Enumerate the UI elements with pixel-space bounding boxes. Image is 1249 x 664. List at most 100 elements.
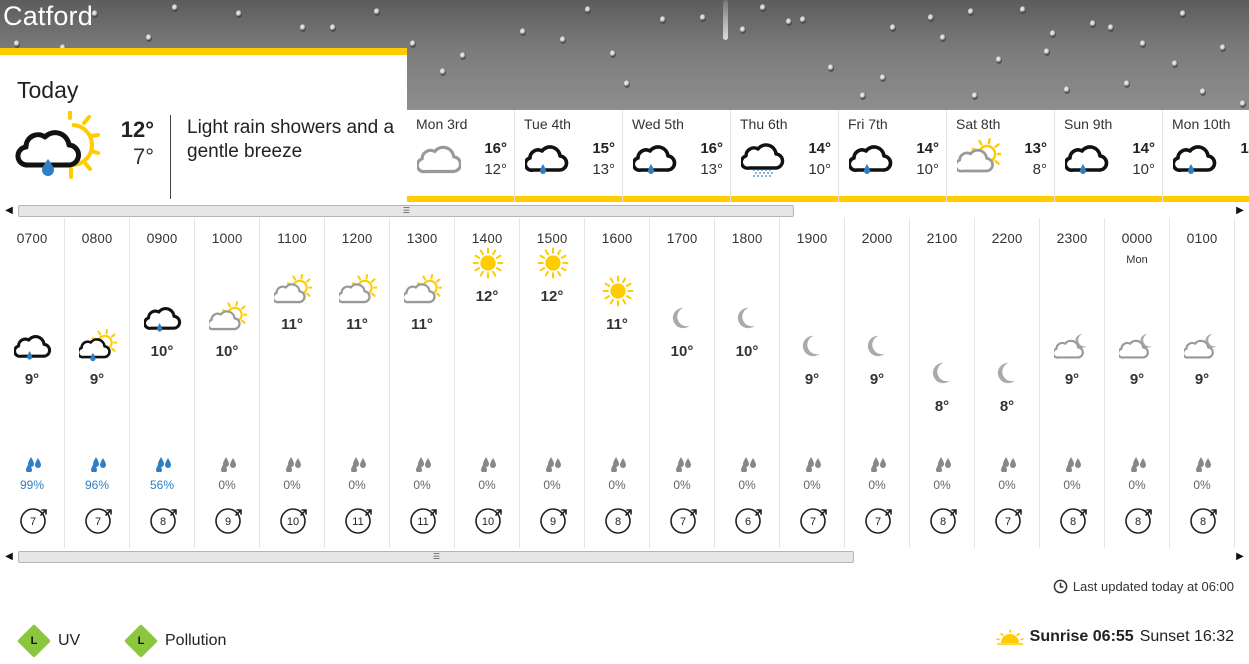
hour-column[interactable]: 0700 9° 99% 7 [0, 218, 65, 548]
hourly-scrollbar[interactable]: ◀ ☰ ▶ [0, 549, 1249, 564]
hour-time: 1100 [260, 230, 324, 246]
day-tab[interactable]: Tue 4th 15° 13° [515, 110, 623, 202]
hour-column[interactable]: 1100 11° 0% 10 [260, 218, 325, 548]
hour-column[interactable]: 1800 10° 0% 6 [715, 218, 780, 548]
daily-scrollbar[interactable]: ◀ ☰ ▶ [0, 203, 1249, 218]
hour-temp: 9° [89, 370, 105, 388]
hour-mm: 00 [682, 231, 698, 246]
hour-column[interactable]: 0100 9° 0% 8 [1170, 218, 1235, 548]
sunny-intervals-icon [206, 301, 249, 331]
rain-chance: 0% [1128, 478, 1146, 492]
hour-column[interactable]: 1900 9° 0% 7 [780, 218, 845, 548]
today-card[interactable]: Today 12° 7° Light rain showers and a ge… [0, 48, 407, 202]
hour-column[interactable]: 0800 9° 96% 7 [65, 218, 130, 548]
hour-mm: 00 [942, 231, 958, 246]
scroll-left-icon[interactable]: ◀ [2, 203, 16, 218]
wind-speed: 8 [940, 516, 946, 528]
wind-speed-icon: 7 [800, 508, 827, 534]
rain-chance: 0% [348, 478, 366, 492]
hour-column[interactable]: 1200 11° 0% 11 [325, 218, 390, 548]
hour-temp: 9° [1129, 370, 1145, 388]
hour-hh: 12 [341, 230, 358, 246]
light-rain-shower-icon [631, 145, 677, 174]
day-tab[interactable]: Sat 8th 13° 8° [947, 110, 1055, 202]
scroll-right-icon[interactable]: ▶ [1233, 549, 1247, 564]
wind-speed: 8 [1135, 516, 1141, 528]
hour-mm: 00 [552, 231, 568, 246]
day-icon-wrap [739, 138, 785, 178]
hour-hh: 16 [601, 230, 618, 246]
hour-column[interactable]: 1300 11° 0% 11 [390, 218, 455, 548]
last-updated: Last updated today at 06:00 [1053, 579, 1234, 594]
rain-drop [1180, 10, 1186, 18]
day-tab[interactable]: Mon 3rd 16° 12° [407, 110, 515, 202]
rain-drop [760, 4, 766, 12]
rain-chance-icon [871, 457, 886, 472]
rain-drop [1044, 48, 1050, 56]
rain-chance-icon [806, 457, 821, 472]
hour-icon-wrap [859, 329, 897, 363]
hour-temp: 9° [1064, 370, 1080, 388]
sunny-intervals-icon [401, 273, 444, 303]
hour-time: 1700 [650, 230, 714, 246]
hour-column[interactable]: 0000 Mon 9° 0% 8 [1105, 218, 1170, 548]
last-updated-text: Last updated today at 06:00 [1072, 579, 1234, 594]
rain-chance-icon [416, 457, 431, 472]
hour-time: 1900 [780, 230, 844, 246]
day-icon-wrap [523, 138, 569, 178]
hour-temp: 11° [346, 315, 368, 333]
hour-column[interactable]: 1600 11° 0% 8 [585, 218, 650, 548]
hour-day-label: Mon [1126, 254, 1148, 266]
weather-page: Catford Today 12° 7° Light rain showers … [0, 0, 1249, 664]
sunny-intervals-icon [336, 273, 379, 303]
hour-icon-wrap [1052, 329, 1092, 363]
rain-chance: 0% [998, 478, 1016, 492]
day-tab[interactable]: Thu 6th 14° 10° [731, 110, 839, 202]
hour-column[interactable]: 1700 10° 0% 7 [650, 218, 715, 548]
hour-column[interactable]: 1500 12° 0% 9 [520, 218, 585, 548]
rain-drop [828, 64, 834, 72]
wind-speed-icon: 8 [1190, 508, 1217, 534]
today-high-temp: 12° [120, 117, 154, 142]
hour-hh: 15 [536, 230, 553, 246]
scroll-right-icon[interactable]: ▶ [1233, 203, 1247, 218]
uv-indicator[interactable]: L UV [17, 624, 80, 658]
scroll-left-icon[interactable]: ◀ [2, 549, 16, 564]
hour-column[interactable]: 2300 9° 0% 8 [1040, 218, 1105, 548]
day-tab[interactable]: Fri 7th 14° 10° [839, 110, 947, 202]
day-high-temp: 13° [1024, 140, 1047, 157]
hour-column[interactable]: 1000 10° 0% 9 [195, 218, 260, 548]
rain-drop [996, 56, 1002, 64]
hour-column[interactable]: 2000 9° 0% 7 [845, 218, 910, 548]
today-low-temp: 7° [132, 144, 154, 169]
hour-column[interactable]: 2200 8° 0% 7 [975, 218, 1040, 548]
scrollbar-thumb[interactable]: ☰ [18, 205, 794, 217]
day-accent-bar [839, 196, 946, 202]
day-icon-wrap [954, 138, 1004, 178]
hour-column[interactable]: 0900 10° 56% 8 [130, 218, 195, 548]
pollution-indicator[interactable]: L Pollution [124, 624, 226, 658]
day-tab[interactable]: Sun 9th 14° 10° [1055, 110, 1163, 202]
hour-icon-wrap [401, 273, 444, 308]
pollution-level-badge: L [124, 624, 158, 658]
hour-column[interactable]: 2100 8° 0% 8 [910, 218, 975, 548]
day-tab[interactable]: Wed 5th 16° 13° [623, 110, 731, 202]
wind-speed-icon: 8 [1125, 508, 1152, 534]
light-rain-shower-icon [143, 307, 182, 332]
rain-chance: 0% [868, 478, 886, 492]
rain-drop [700, 14, 706, 22]
rain-drop [928, 14, 934, 22]
rain-drop [740, 26, 746, 34]
day-high-temp: 14° [808, 140, 831, 157]
hour-column[interactable]: 1400 12° 0% 10 [455, 218, 520, 548]
hour-icon-wrap [206, 301, 249, 335]
pollution-level: L [137, 635, 145, 647]
scrollbar-thumb[interactable]: ☰ [18, 551, 854, 563]
day-accent-bar [731, 196, 838, 202]
rain-chance-icon [546, 457, 561, 472]
day-tab[interactable]: Mon 10th 14° [1163, 110, 1249, 202]
clock-icon [1053, 579, 1068, 594]
hour-time: 0100 [1170, 230, 1234, 246]
rain-chance-icon [221, 457, 236, 472]
wind-speed: 7 [810, 516, 816, 528]
